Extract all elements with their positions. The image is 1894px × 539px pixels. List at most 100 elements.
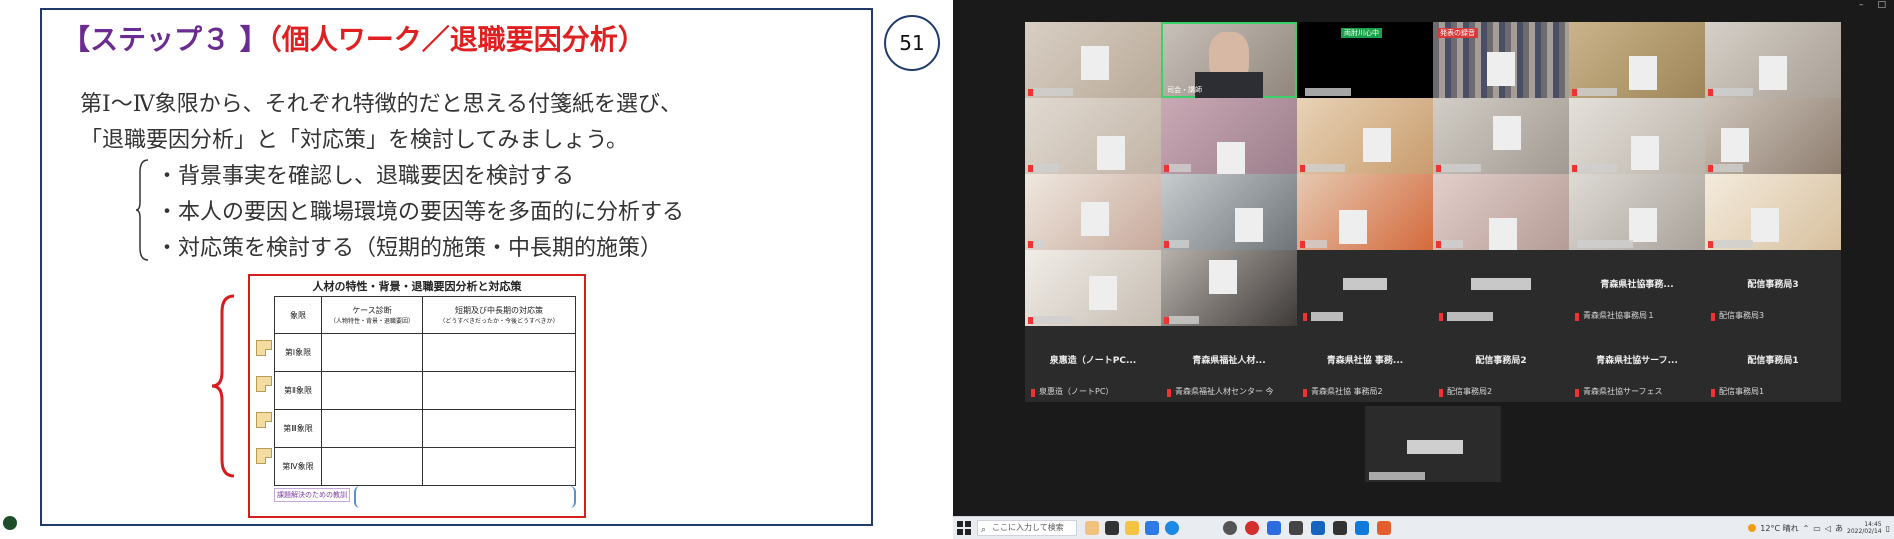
lesson-box bbox=[354, 486, 576, 508]
video-tile[interactable] bbox=[1161, 98, 1297, 174]
worksheet-table: 象限 ケース診断 （人物特性・背景・退職要因） 短期及び中長期の対応策 （どうす… bbox=[274, 296, 576, 486]
participant-name-blur bbox=[1305, 88, 1351, 96]
video-tile-off[interactable]: 青森県社協事務... 青森県社協事務局１ bbox=[1569, 250, 1705, 326]
participant-name: 青森県社協サーフェス bbox=[1583, 387, 1663, 396]
chrome-icon[interactable] bbox=[1245, 521, 1259, 535]
powerpoint-icon[interactable] bbox=[1377, 521, 1391, 535]
face-blur bbox=[1217, 142, 1245, 174]
case-cell bbox=[321, 409, 423, 448]
col-measure: 短期及び中長期の対応策 （どうすべきだったか・今後どうすべきか） bbox=[422, 296, 576, 334]
video-tile[interactable] bbox=[1705, 98, 1841, 174]
zoom-icon[interactable] bbox=[1267, 521, 1281, 535]
table-row: 第Ⅱ象限 bbox=[274, 371, 576, 410]
video-tile-presenter[interactable]: 司会・講師 bbox=[1161, 22, 1297, 98]
participant-name: 泉惠造（ノートPC） bbox=[1039, 387, 1114, 396]
minimize-icon[interactable]: – bbox=[1859, 0, 1864, 12]
case-cell bbox=[321, 333, 423, 372]
video-tile[interactable] bbox=[1025, 250, 1161, 326]
video-tile[interactable] bbox=[1297, 174, 1433, 250]
file-explorer-icon[interactable] bbox=[1125, 521, 1139, 535]
face-blur bbox=[1209, 260, 1237, 294]
participant-name-blur bbox=[1577, 240, 1633, 248]
bullet-item: ・背景事実を確認し、退職要因を検討する bbox=[156, 164, 575, 189]
face-blur bbox=[1089, 276, 1117, 310]
video-tile[interactable] bbox=[1025, 98, 1161, 174]
windows-taskbar: ⌕ ここに入力して検索 12°C 晴れ ⌃ ▭ ◁ あ 14:45 2022/0… bbox=[953, 516, 1894, 539]
chevron-up-icon[interactable]: ⌃ bbox=[1803, 524, 1810, 533]
video-tile[interactable] bbox=[1433, 174, 1569, 250]
measure-cell bbox=[422, 371, 576, 410]
face-blur bbox=[1751, 208, 1779, 242]
ime-indicator[interactable]: あ bbox=[1835, 523, 1843, 534]
face-blur bbox=[1759, 56, 1787, 90]
face-blur bbox=[1493, 116, 1521, 150]
face-blur bbox=[1629, 208, 1657, 242]
video-tile[interactable] bbox=[1025, 174, 1161, 250]
video-tile[interactable] bbox=[1025, 22, 1161, 98]
weather-text[interactable]: 12°C 晴れ bbox=[1760, 523, 1798, 534]
quadrant-label: 第Ⅳ象限 bbox=[274, 447, 322, 486]
slide-title-step: 【ステップ３ 】 bbox=[62, 23, 268, 56]
system-tray: 12°C 晴れ ⌃ ▭ ◁ あ 14:45 2022/02/14 ▯ bbox=[1748, 520, 1890, 536]
mic-muted-icon bbox=[1303, 389, 1307, 397]
video-tile[interactable] bbox=[1569, 174, 1705, 250]
video-tile[interactable] bbox=[1569, 22, 1705, 98]
table-row: 第Ⅰ象限 bbox=[274, 333, 576, 372]
intro-line: 第Ⅰ～Ⅳ象限から、それぞれ特徴的だと思える付箋紙を選び、 bbox=[80, 92, 683, 117]
maximize-icon[interactable]: □ bbox=[1877, 0, 1886, 12]
slide-title-subject: （個人ワーク／退職要因分析） bbox=[267, 23, 646, 56]
notification-icon[interactable]: ▯ bbox=[1886, 524, 1890, 533]
video-tile-off[interactable]: 青森県社協 事務... 青森県社協 事務局2 bbox=[1297, 326, 1433, 402]
face-blur bbox=[1721, 128, 1749, 162]
clock[interactable]: 14:45 2022/02/14 bbox=[1847, 521, 1882, 535]
participant-name-blur bbox=[1441, 164, 1481, 172]
app-icon[interactable] bbox=[1355, 521, 1369, 535]
measure-cell bbox=[422, 409, 576, 448]
app-icon[interactable] bbox=[1311, 521, 1325, 535]
mic-muted-icon bbox=[1711, 389, 1715, 397]
app-icon[interactable] bbox=[1145, 521, 1159, 535]
video-tile[interactable]: 両肘川心中 bbox=[1297, 22, 1433, 98]
video-tile[interactable] bbox=[1569, 98, 1705, 174]
video-tile[interactable] bbox=[1161, 174, 1297, 250]
video-tile[interactable] bbox=[1705, 174, 1841, 250]
network-icon[interactable]: ▭ bbox=[1813, 524, 1821, 533]
video-tile-off[interactable] bbox=[1433, 250, 1569, 326]
app-icon[interactable] bbox=[1223, 521, 1237, 535]
clock-date: 2022/02/14 bbox=[1847, 528, 1882, 535]
video-tile-off[interactable]: 泉惠造（ノートPC... 泉惠造（ノートPC） bbox=[1025, 326, 1161, 402]
col-measure-label: 短期及び中長期の対応策 bbox=[455, 306, 543, 315]
edge-icon[interactable] bbox=[1165, 521, 1179, 535]
video-tile-off[interactable]: 配信事務局3 配信事務局3 bbox=[1705, 250, 1841, 326]
video-tile[interactable] bbox=[1161, 250, 1297, 326]
video-tile[interactable] bbox=[1433, 98, 1569, 174]
video-tile-off[interactable]: 青森県社協サーフ... 青森県社協サーフェス bbox=[1569, 326, 1705, 402]
widget-icon[interactable] bbox=[1085, 521, 1099, 535]
video-tile-off[interactable] bbox=[1297, 250, 1433, 326]
windows-start-icon[interactable] bbox=[957, 521, 971, 535]
video-tile-off[interactable] bbox=[1365, 406, 1501, 482]
participant-name: 配信事務局3 bbox=[1719, 311, 1765, 320]
volume-icon[interactable]: ◁ bbox=[1825, 524, 1831, 533]
sticky-note-icon bbox=[256, 412, 272, 428]
sticky-note-icon bbox=[256, 340, 272, 356]
mic-muted-icon bbox=[1439, 313, 1443, 321]
presentation-slide: 【ステップ３ 】（個人ワーク／退職要因分析） 51 第Ⅰ～Ⅳ象限から、それぞれ特… bbox=[0, 0, 953, 538]
col-measure-sub: （どうすべきだったか・今後どうすべきか） bbox=[439, 318, 559, 325]
mic-muted-icon bbox=[1575, 313, 1579, 321]
video-tile-off[interactable]: 配信事務局2 配信事務局2 bbox=[1433, 326, 1569, 402]
video-tile[interactable] bbox=[1297, 98, 1433, 174]
mic-muted-icon bbox=[1575, 389, 1579, 397]
task-view-icon[interactable] bbox=[1105, 521, 1119, 535]
face-blur bbox=[1081, 202, 1109, 236]
face-blur bbox=[1487, 52, 1515, 86]
app-icon[interactable] bbox=[1333, 521, 1347, 535]
taskbar-search-input[interactable]: ⌕ ここに入力して検索 bbox=[977, 520, 1077, 536]
participant-name-blur bbox=[1033, 240, 1045, 248]
video-tile-off[interactable]: 青森県福祉人材... 青森県福祉人材センター 今 bbox=[1161, 326, 1297, 402]
app-icon[interactable] bbox=[1289, 521, 1303, 535]
participant-name-blur bbox=[1033, 164, 1059, 172]
video-tile[interactable]: 発表の録音 bbox=[1433, 22, 1569, 98]
video-tile-off[interactable]: 配信事務局1 配信事務局1 bbox=[1705, 326, 1841, 402]
video-tile[interactable] bbox=[1705, 22, 1841, 98]
